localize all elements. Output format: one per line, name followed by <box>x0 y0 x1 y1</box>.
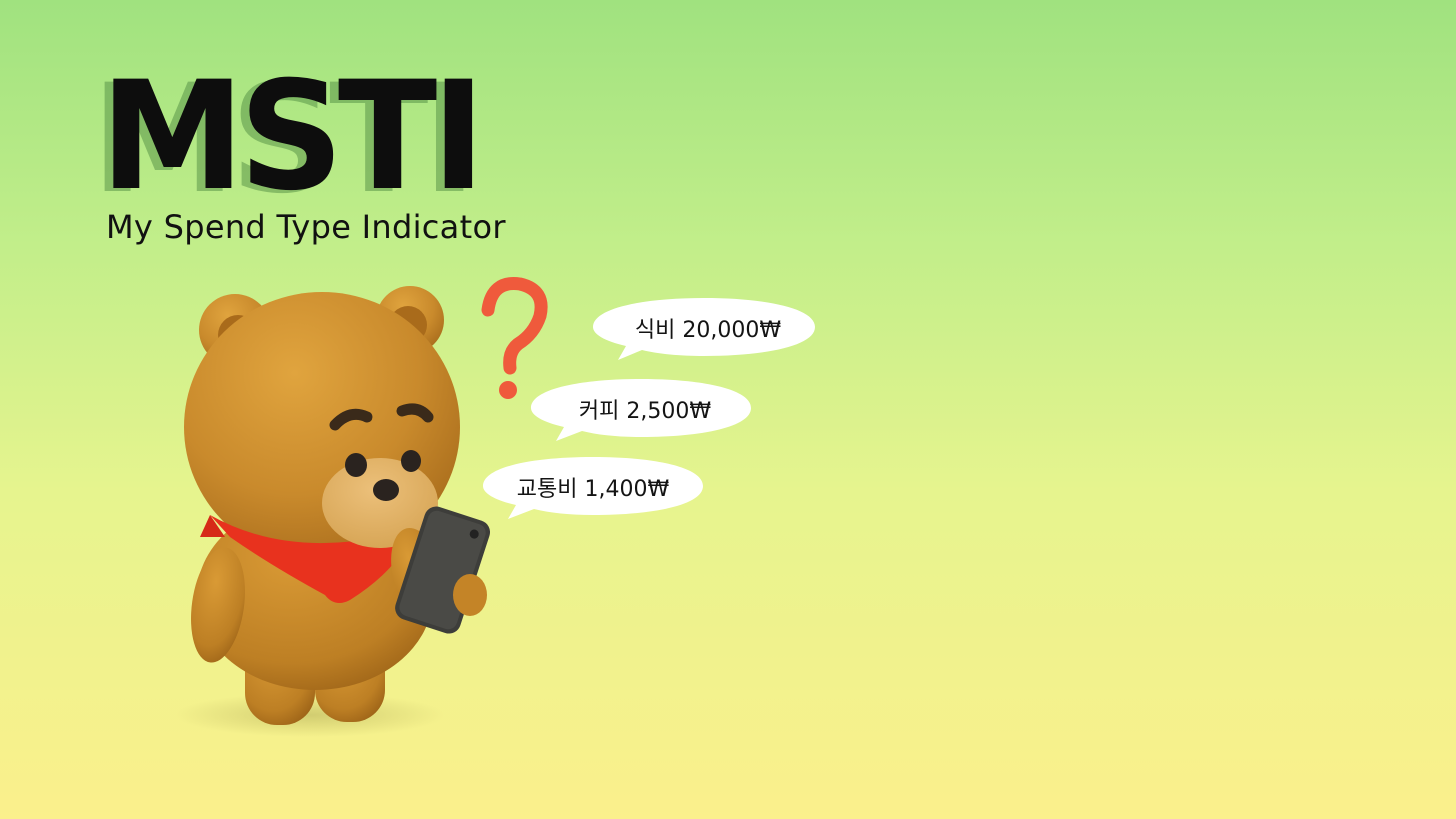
bear-right-eye <box>401 450 421 472</box>
speech-bubble-text: 식비 20,000₩ <box>634 318 782 343</box>
speech-bubble-food: 식비 20,000₩ <box>590 296 818 362</box>
bear-nose <box>373 479 399 501</box>
speech-bubble-text: 커피 2,500₩ <box>578 399 712 424</box>
speech-bubble-coffee: 커피 2,500₩ <box>528 377 754 443</box>
speech-bubble-text: 교통비 1,400₩ <box>516 477 670 502</box>
bear-hand <box>453 574 487 616</box>
hero-subtitle: My Spend Type Indicator <box>106 208 506 246</box>
bear-left-eye <box>345 453 367 477</box>
speech-bubble-transport: 교통비 1,400₩ <box>480 455 706 521</box>
hero-title: MSTI <box>100 50 486 224</box>
